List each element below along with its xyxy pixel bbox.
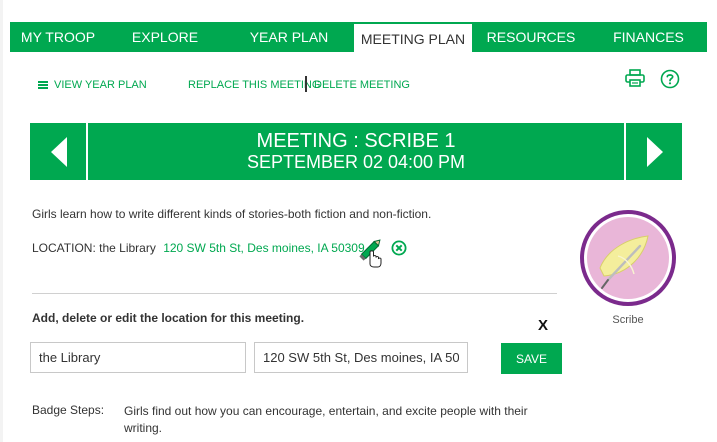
page-edge xyxy=(0,0,3,442)
link-separator xyxy=(305,76,307,92)
help-icon[interactable] xyxy=(660,69,680,89)
chevron-left-icon xyxy=(51,137,67,167)
meeting-banner: MEETING : SCRIBE 1 SEPTEMBER 02 04:00 PM xyxy=(30,123,682,180)
meeting-datetime: SEPTEMBER 02 04:00 PM xyxy=(246,152,466,172)
view-year-plan-label: VIEW YEAR PLAN xyxy=(54,79,147,91)
scribe-badge-icon xyxy=(580,210,676,306)
meeting-location: LOCATION: the Library 120 SW 5th St, Des… xyxy=(32,241,365,255)
replace-meeting-link[interactable]: REPLACE THIS MEETING xyxy=(188,79,320,91)
location-name-input[interactable] xyxy=(30,342,246,373)
nav-tab-finances[interactable]: FINANCES xyxy=(590,22,707,52)
location-address-input[interactable] xyxy=(254,342,468,373)
location-name: the Library xyxy=(99,241,156,255)
meeting-description: Girls learn how to write different kinds… xyxy=(32,207,432,221)
previous-meeting-button[interactable] xyxy=(30,123,88,180)
close-circle-icon[interactable] xyxy=(391,240,407,256)
badge-steps-text: Girls find out how you can encourage, en… xyxy=(124,404,528,435)
badge-steps-label: Badge Steps: xyxy=(32,403,105,417)
top-nav: MY TROOP EXPLORE YEAR PLAN MEETING PLAN … xyxy=(10,22,707,52)
nav-tab-explore[interactable]: EXPLORE xyxy=(106,22,224,52)
badge-label: Scribe xyxy=(612,314,644,326)
save-location-button[interactable]: SAVE xyxy=(501,343,562,374)
nav-tab-resources[interactable]: RESOURCES xyxy=(472,22,590,52)
location-editor-heading: Add, delete or edit the location for thi… xyxy=(32,311,305,325)
next-meeting-button[interactable] xyxy=(624,123,682,180)
pencil-icon[interactable] xyxy=(358,238,386,268)
meeting-title: MEETING : SCRIBE 1 xyxy=(256,130,456,152)
close-location-editor-button[interactable]: X xyxy=(538,317,548,334)
list-icon xyxy=(38,81,48,89)
nav-tab-meeting-plan[interactable]: MEETING PLAN xyxy=(354,22,472,52)
nav-tab-my-troop[interactable]: MY TROOP xyxy=(10,22,106,52)
chevron-right-icon xyxy=(647,137,663,167)
delete-meeting-link[interactable]: DELETE MEETING xyxy=(314,79,410,91)
divider xyxy=(32,293,557,294)
print-icon[interactable] xyxy=(625,69,645,87)
nav-tab-year-plan[interactable]: YEAR PLAN xyxy=(224,22,354,52)
view-year-plan-link[interactable]: VIEW YEAR PLAN xyxy=(38,79,147,91)
location-address-link[interactable]: 120 SW 5th St, Des moines, IA 50309 xyxy=(163,241,364,255)
location-label: LOCATION: xyxy=(32,241,96,255)
